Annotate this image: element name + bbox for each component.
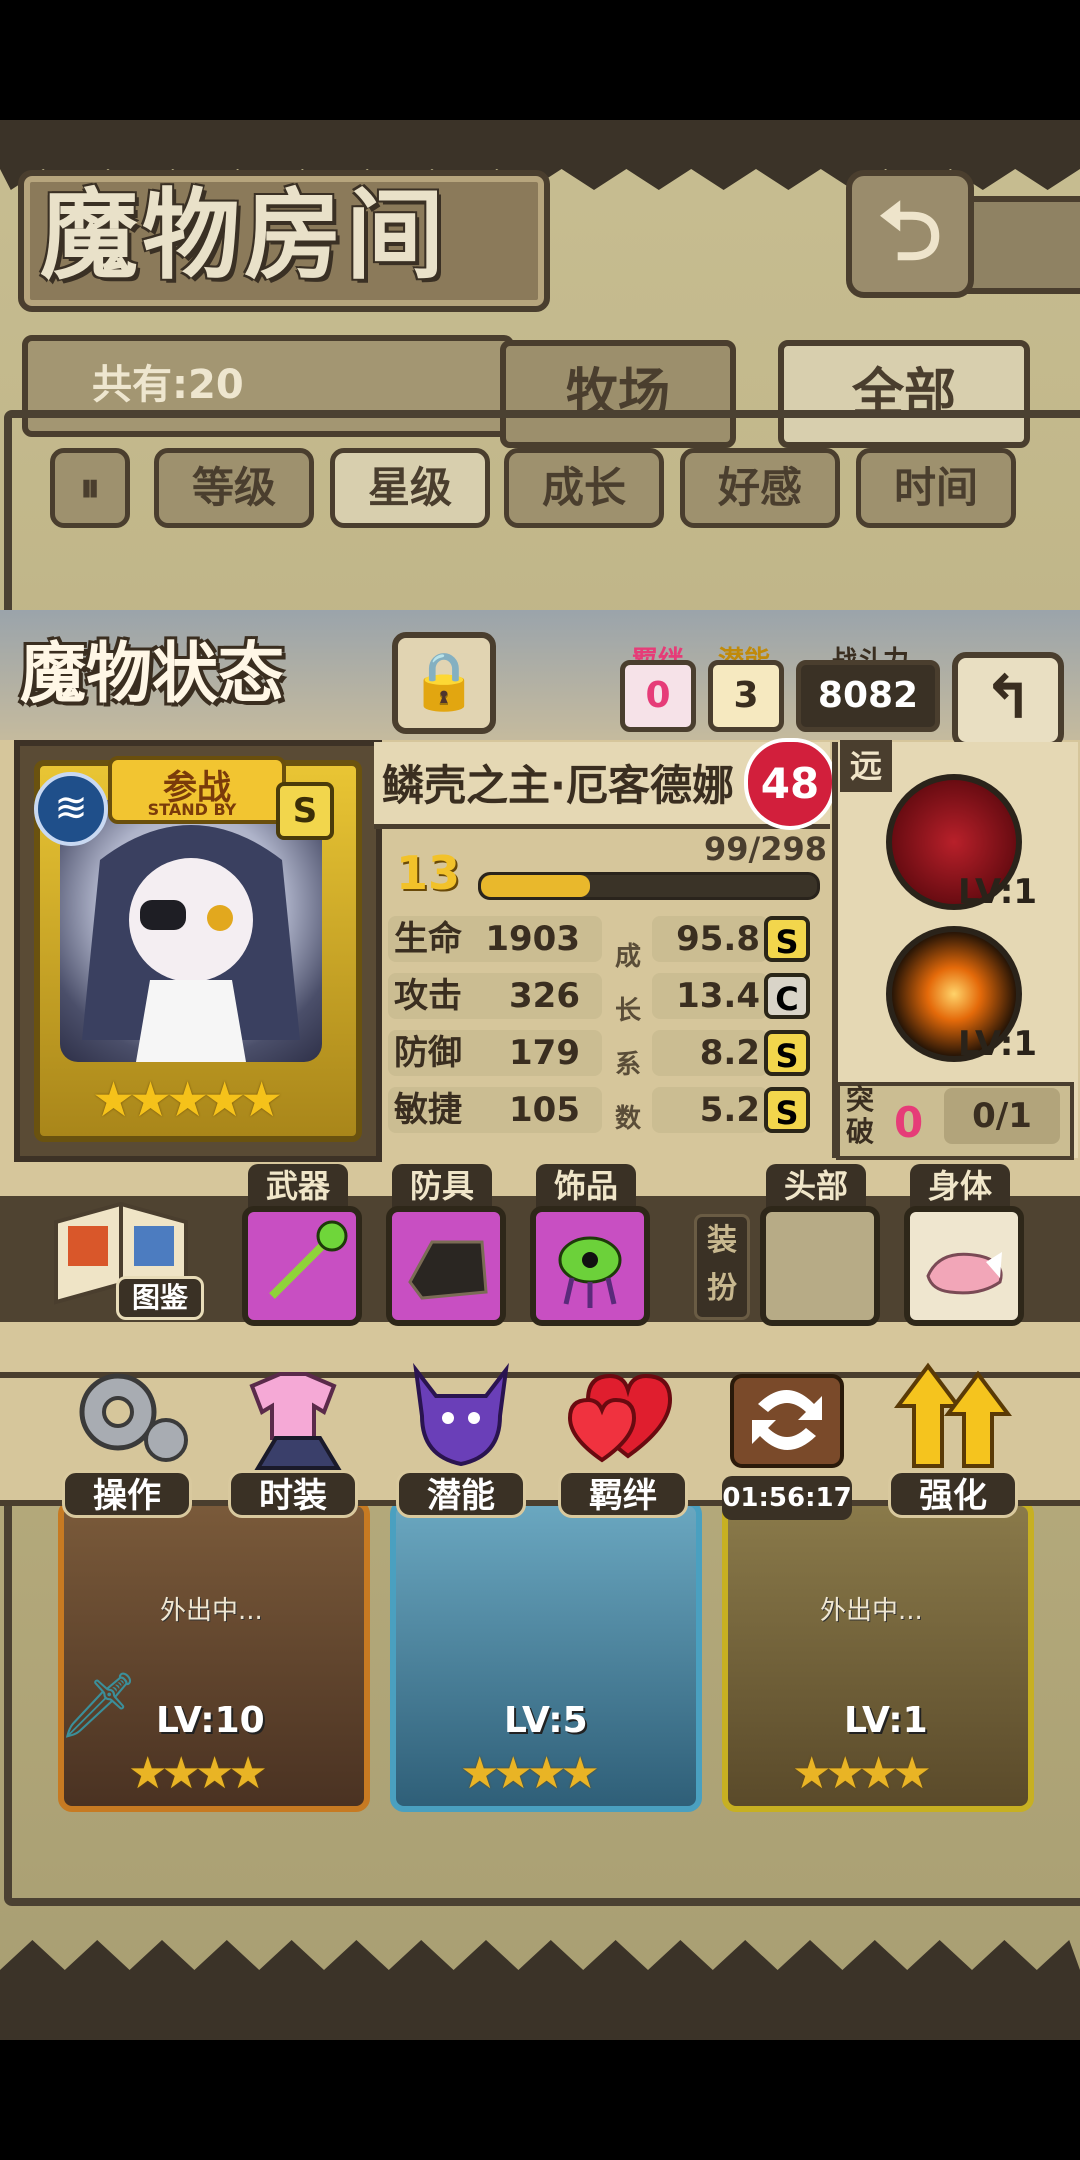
- exp-bar-fill: [481, 875, 590, 897]
- body-slot[interactable]: [904, 1206, 1024, 1326]
- stat-def-growth: 8.2: [652, 1030, 768, 1076]
- weapon-slot[interactable]: [242, 1206, 362, 1326]
- breakthrough-count: 0: [894, 1098, 924, 1147]
- stat-agi-value: 105: [509, 1090, 580, 1130]
- sort-toggle-icon[interactable]: ⏸: [50, 448, 130, 528]
- accessory-slot[interactable]: [530, 1206, 650, 1326]
- page-title: 魔物房间: [40, 178, 449, 293]
- operate-label: 操作: [62, 1470, 192, 1518]
- return-icon: ⮌: [877, 185, 943, 278]
- growth-label-3: 系: [614, 1050, 641, 1080]
- potential-value: 3: [708, 660, 784, 732]
- stat-def-grade: S: [764, 1030, 810, 1076]
- eye-amulet-icon: [558, 1236, 622, 1308]
- armor-slot[interactable]: [386, 1206, 506, 1326]
- monster-name: 鳞壳之主·厄客德娜: [382, 761, 734, 810]
- status-title: 魔物状态: [20, 634, 284, 712]
- book-label: 图鉴: [116, 1276, 204, 1320]
- lock-icon[interactable]: 🔒: [392, 632, 496, 734]
- sword-icon: 🗡: [58, 1669, 140, 1743]
- monster-2-stars: ★★★★: [460, 1748, 600, 1799]
- breakthrough-label: 突破: [846, 1083, 875, 1148]
- sort-time[interactable]: 时间: [856, 448, 1016, 528]
- swap-timer: 01:56:17: [722, 1476, 852, 1520]
- growth-label-2: 长: [614, 996, 641, 1026]
- stat-hp-growth: 95.8: [652, 916, 768, 962]
- fashion-label: 时装: [228, 1470, 358, 1518]
- rank-badge: S: [276, 782, 334, 840]
- monster-level-badge: 48: [744, 738, 836, 830]
- stat-def-value: 179: [509, 1033, 580, 1073]
- bond-value: 0: [620, 660, 696, 732]
- fox-tail-icon: [926, 1252, 1003, 1295]
- standby-subtitle: STAND BY: [147, 800, 237, 819]
- stat-atk-value: 326: [509, 976, 580, 1016]
- monster-count: 共有:20: [92, 362, 244, 408]
- monster-1-stars: ★★★★: [128, 1748, 268, 1799]
- sort-affection[interactable]: 好感: [680, 448, 840, 528]
- growth-label-4: 数: [614, 1104, 641, 1134]
- body-slot-label: 身体: [910, 1164, 1010, 1208]
- bond-action-label: 羁绊: [558, 1470, 688, 1518]
- power-value: 8082: [796, 660, 940, 732]
- stat-atk-grade: C: [764, 973, 810, 1019]
- star-level-badge: 13: [395, 846, 460, 900]
- card-stars: ★★★★★: [92, 1072, 283, 1128]
- potential-action-label: 潜能: [396, 1470, 526, 1518]
- breakthrough-progress: 0/1: [944, 1088, 1060, 1144]
- water-element-icon: ≋: [34, 772, 108, 846]
- weapon-slot-label: 武器: [248, 1164, 348, 1208]
- head-slot[interactable]: [760, 1206, 880, 1326]
- potential-icon: [413, 1362, 509, 1467]
- staff-icon: [269, 1220, 348, 1299]
- armor-slot-label: 防具: [392, 1164, 492, 1208]
- back-button-bar: [960, 196, 1080, 294]
- monster-1-level: LV:10: [156, 1700, 265, 1741]
- stat-atk-growth: 13.4: [652, 973, 768, 1019]
- sort-star[interactable]: 星级: [330, 448, 490, 528]
- gear-icon: [79, 1373, 188, 1462]
- head-slot-label: 头部: [766, 1164, 866, 1208]
- sort-level[interactable]: 等级: [154, 448, 314, 528]
- dress-up-label: 装扮: [694, 1214, 750, 1320]
- monster-2-level: LV:5: [504, 1700, 588, 1741]
- collapse-button[interactable]: ↰: [952, 652, 1064, 748]
- exp-text: 99/298: [704, 830, 828, 868]
- stat-hp-value: 1903: [485, 919, 580, 959]
- upgrade-label: 强化: [888, 1470, 1018, 1518]
- heart-icon: [567, 1373, 673, 1463]
- monster-3-status: 外出中...: [820, 1596, 923, 1626]
- back-button[interactable]: ⮌: [846, 170, 974, 298]
- accessory-slot-label: 饰品: [536, 1164, 636, 1208]
- monster-3-level: LV:1: [844, 1700, 928, 1741]
- skill-1-level: LV:1: [958, 872, 1038, 912]
- stat-agi-grade: S: [764, 1087, 810, 1133]
- sort-growth[interactable]: 成长: [504, 448, 664, 528]
- growth-label-1: 成: [614, 942, 641, 972]
- return-arrow-icon: ↰: [982, 663, 1034, 733]
- swap-icon: [730, 1374, 844, 1468]
- system-nav-area: [0, 2040, 1080, 2160]
- upgrade-arrow-icon: [894, 1362, 1012, 1468]
- monster-1-status: 外出中...: [160, 1596, 263, 1626]
- stat-agi-growth: 5.2: [652, 1087, 768, 1133]
- outfit-icon: [249, 1372, 342, 1470]
- range-tag: 远: [840, 740, 892, 792]
- gauntlet-icon: [408, 1240, 488, 1300]
- skill-2-level: LV:1: [958, 1024, 1038, 1064]
- stat-hp-grade: S: [764, 916, 810, 962]
- monster-3-stars: ★★★★: [792, 1748, 932, 1799]
